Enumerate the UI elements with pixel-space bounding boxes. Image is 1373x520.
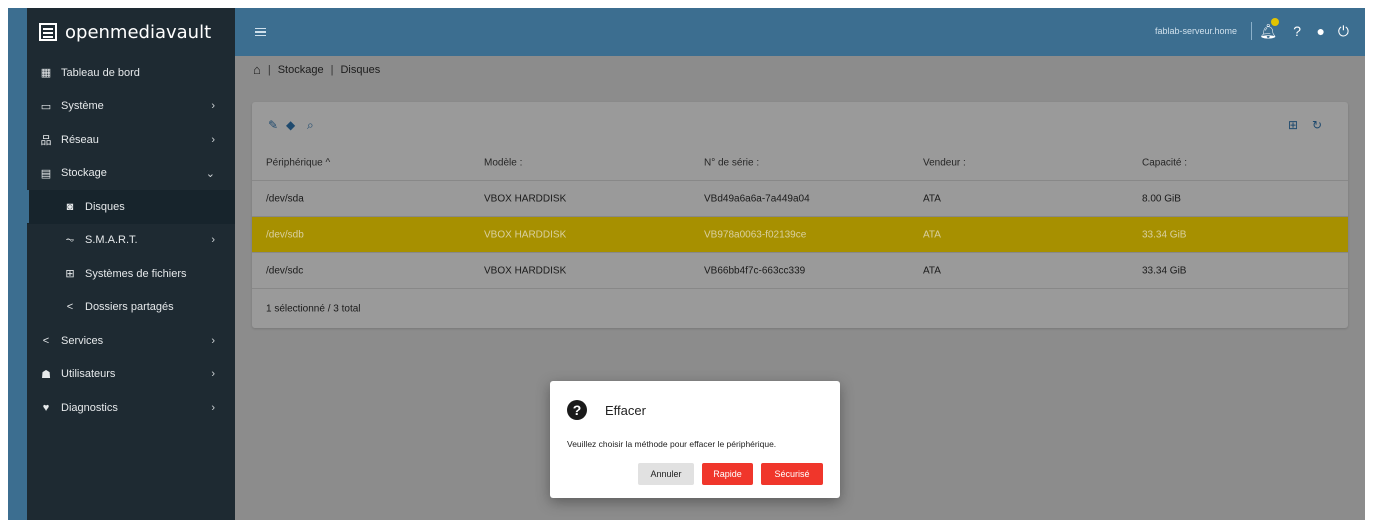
quick-erase-button[interactable]: Rapide [702,463,753,485]
disks-panel: ✎ ◆ ⌕ ⊞ ↻ Périphérique ^ Modèle : N° de … [252,102,1348,328]
filesystem-icon: ⊞ [65,268,75,281]
breadcrumb-separator: | [267,63,271,76]
sidebar-item-label: S.M.A.R.T. [85,234,138,247]
table-row[interactable]: /dev/sda VBOX HARDDISK VBd49a6a6a-7a449a… [252,180,1348,216]
column-header-vendor[interactable]: Vendeur : [923,158,966,169]
cell-vendor: ATA [923,193,941,204]
sidebar-item-diagnostics[interactable]: ♥ Diagnostics › [27,391,235,425]
sidebar-item-label: Utilisateurs [61,368,116,381]
selection-count: 1 sélectionné / 3 total [266,303,361,314]
laptop-icon: ▭ [40,100,52,113]
sidebar-item-label: Dossiers partagés [85,301,174,314]
chevron-right-icon: › [211,401,215,414]
cell-model: VBOX HARDDISK [484,193,567,204]
dashboard-icon: ▦ [40,67,52,80]
sidebar-item-label: Disques [85,200,125,213]
brand[interactable]: openmediavault [27,8,235,56]
table-row-selected[interactable]: /dev/sdb VBOX HARDDISK VB978a0063-f02139… [252,216,1348,252]
sidebar-item-label: Systèmes de fichiers [85,267,187,280]
users-icon: ☗ [41,368,51,381]
sidebar-item-filesystems[interactable]: ⊞ Systèmes de fichiers [27,257,235,291]
cell-serial: VB978a0063-f02139ce [704,229,807,240]
network-icon: 品 [40,134,52,147]
sidebar-item-services[interactable]: < Services › [27,324,235,358]
column-select-icon[interactable]: ⊞ [1288,118,1298,132]
sidebar-item-label: Réseau [61,133,99,146]
sidebar: openmediavault ▦ Tableau de bord ▭ Systè… [27,8,235,520]
chevron-down-icon: ⌄ [205,167,215,180]
cell-vendor: ATA [923,229,941,240]
cell-device: /dev/sdc [266,265,304,276]
menu-icon[interactable] [255,28,266,36]
search-icon[interactable]: ⌕ [307,118,314,133]
cell-capacity: 33.34 GiB [1142,265,1187,276]
refresh-icon[interactable]: ↻ [1312,118,1322,132]
edit-icon[interactable]: ✎ [268,118,278,132]
cell-capacity: 8.00 GiB [1142,193,1181,204]
table-row[interactable]: /dev/sdc VBOX HARDDISK VB66bb4f7c-663cc3… [252,252,1348,288]
heart-pulse-icon: ♥ [42,401,50,414]
sidebar-item-label: Diagnostics [61,401,118,414]
secure-erase-button[interactable]: Sécurisé [761,463,823,485]
chevron-right-icon: › [211,100,215,113]
notification-badge [1271,18,1279,26]
sidebar-item-shared-folders[interactable]: < Dossiers partagés [27,291,235,325]
hostname: fablab-serveur.home [1154,26,1237,36]
cell-device: /dev/sdb [266,229,304,240]
user-icon[interactable]: ● [1317,23,1325,39]
pulse-icon: ⏦ [65,233,75,246]
sidebar-item-disks[interactable]: ◙ Disques [27,190,235,224]
breadcrumb-item: Disques [340,63,381,76]
power-icon[interactable]: ⏻ [1338,23,1349,40]
top-bar: fablab-serveur.home 🔔︎ ? ● ⏻ [235,8,1365,56]
divider [1251,22,1252,40]
sidebar-item-users[interactable]: ☗ Utilisateurs › [27,358,235,392]
brand-name: openmediavault [65,21,212,43]
breadcrumb: ⌂ | Stockage | Disques [253,62,380,77]
cell-vendor: ATA [923,265,941,276]
sidebar-item-label: Stockage [61,167,107,180]
eraser-icon[interactable]: ◆ [286,118,295,132]
breadcrumb-separator: | [330,63,334,76]
disk-icon: ◙ [66,200,74,213]
table-footer: 1 sélectionné / 3 total [252,288,1348,328]
sidebar-item-label: Tableau de bord [61,66,140,79]
sidebar-item-dashboard[interactable]: ▦ Tableau de bord [27,56,235,90]
active-indicator [27,190,29,223]
logo-icon [39,23,57,41]
erase-dialog: ? Effacer Veuillez choisir la méthode po… [550,381,840,498]
breadcrumb-item[interactable]: Stockage [278,64,324,76]
sidebar-item-system[interactable]: ▭ Système › [27,90,235,124]
cell-serial: VBd49a6a6a-7a449a04 [704,193,810,204]
home-icon[interactable]: ⌂ [253,62,261,77]
table-header: Périphérique ^ Modèle : N° de série : Ve… [252,146,1348,180]
share-icon: < [66,301,74,314]
left-strip [8,8,27,520]
sidebar-item-storage[interactable]: ▤ Stockage ⌄ [27,157,235,191]
cell-model: VBOX HARDDISK [484,265,567,276]
column-header-capacity[interactable]: Capacité : [1142,158,1187,169]
column-header-model[interactable]: Modèle : [484,158,522,169]
sidebar-item-label: Système [61,100,104,113]
share-icon: < [42,334,50,347]
sidebar-item-smart[interactable]: ⏦ S.M.A.R.T. › [27,224,235,258]
column-header-device[interactable]: Périphérique ^ [266,158,330,169]
sidebar-item-label: Services [61,334,104,347]
dialog-message: Veuillez choisir la méthode pour effacer… [567,439,777,449]
chevron-right-icon: › [211,368,215,381]
chevron-right-icon: › [211,133,215,146]
cell-capacity: 33.34 GiB [1142,229,1187,240]
storage-icon: ▤ [40,167,52,180]
question-icon: ? [567,400,587,420]
help-icon[interactable]: ? [1293,23,1301,39]
chevron-right-icon: › [211,334,215,347]
cancel-button[interactable]: Annuler [638,463,694,485]
sidebar-item-network[interactable]: 品 Réseau › [27,123,235,157]
cell-device: /dev/sda [266,193,304,204]
cell-model: VBOX HARDDISK [484,229,567,240]
dialog-title: Effacer [605,403,646,418]
chevron-right-icon: › [211,234,215,247]
column-header-serial[interactable]: N° de série : [704,158,759,169]
cell-serial: VB66bb4f7c-663cc339 [704,265,806,276]
